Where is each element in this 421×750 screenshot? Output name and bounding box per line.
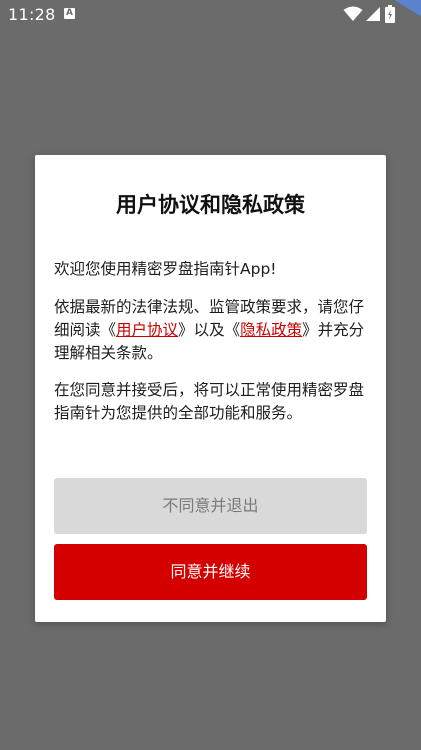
dialog-body: 欢迎您使用精密罗盘指南针App! 依据最新的法律法规、监管政策要求，请您仔细阅读… (54, 258, 372, 439)
consent-text: 在您同意并接受后，将可以正常使用精密罗盘指南针为您提供的全部功能和服务。 (54, 381, 365, 422)
status-icons (341, 0, 421, 30)
agreement-text: 依据最新的法律法规、监管政策要求，请您仔细阅读《用户协议》以及《隐私政策》并充分… (54, 298, 365, 362)
disagree-exit-button[interactable]: 不同意并退出 (54, 478, 367, 534)
privacy-dialog: 用户协议和隐私政策 欢迎您使用精密罗盘指南针App! 依据最新的法律法规、监管政… (35, 155, 386, 622)
status-time: 11:28 (8, 5, 56, 24)
agreement-text-middle: 以及 (193, 321, 225, 339)
user-agreement-link[interactable]: 用户协议 (116, 321, 178, 339)
status-bar: 11:28 A (0, 0, 421, 30)
wifi-icon (343, 6, 363, 21)
notification-a-icon: A (64, 8, 75, 19)
dialog-title: 用户协议和隐私政策 (116, 193, 305, 217)
privacy-policy-link[interactable]: 隐私政策 (240, 321, 302, 339)
battery-icon (385, 5, 395, 23)
signal-icon (366, 7, 380, 21)
agree-continue-button[interactable]: 同意并继续 (54, 544, 367, 600)
welcome-text: 欢迎您使用精密罗盘指南针App! (54, 260, 277, 278)
